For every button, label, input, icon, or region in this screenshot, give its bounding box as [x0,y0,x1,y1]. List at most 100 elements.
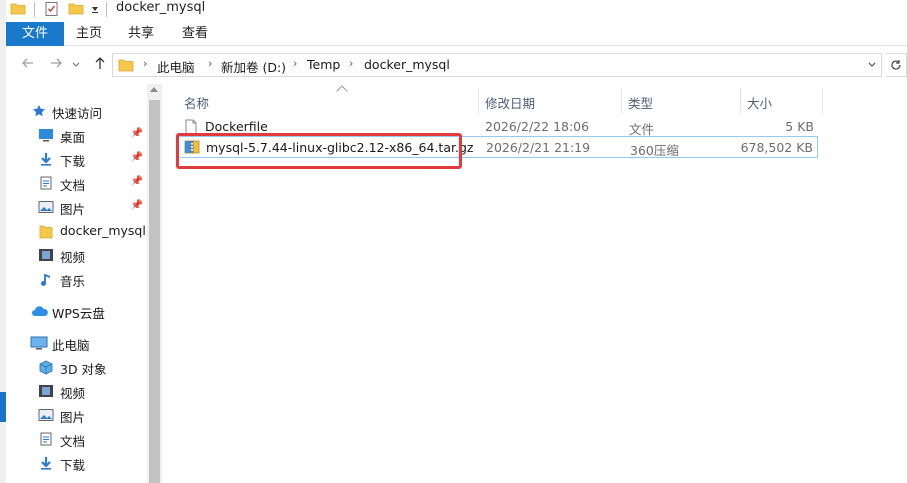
sidebar-item-label: 音乐 [60,274,86,289]
sidebar-item-label: 3D 对象 [60,362,107,377]
file-row-mysql-archive[interactable]: mysql-5.7.44-linux-glibc2.12-x86_64.tar.… [178,136,818,158]
sidebar-item-videos[interactable]: 视频 [6,243,147,267]
3d-objects-icon [39,360,53,375]
pin-icon: 📌 [130,152,143,163]
column-header-size[interactable]: 大小 [741,88,823,114]
tab-file[interactable]: 文件 [6,22,64,46]
download-icon [41,153,51,166]
sidebar-item-desktop[interactable]: 桌面 📌 [6,123,147,147]
ribbon: 文件 主页 共享 查看 [6,22,907,46]
sidebar-item-videos-pc[interactable]: 视频 [6,379,147,403]
sidebar-item-downloads-pc[interactable]: 下载 [6,451,147,475]
forward-button[interactable] [46,56,66,74]
file-name: mysql-5.7.44-linux-glibc2.12-x86_64.tar.… [206,140,474,155]
file-name: Dockerfile [205,119,268,134]
column-header-label: 类型 [628,96,654,111]
sidebar-item-label: 视频 [60,386,86,401]
navigation-bar: › 此电脑 › 新加卷 (D:) › Temp › docker_mysql [6,46,907,84]
tab-view[interactable]: 查看 [172,22,218,46]
breadcrumb-separator: › [143,57,148,70]
breadcrumb-separator: › [349,57,354,70]
breadcrumb-this-pc[interactable]: 此电脑 [157,57,195,76]
title-bar: docker_mysql [6,0,907,22]
sidebar-item-documents-pc[interactable]: 文档 [6,427,147,451]
sort-ascending-icon [336,85,348,97]
navigation-pane: 快速访问 桌面 📌 下载 📌 文档 📌 图片 📌 docker_mysql 视频… [6,84,147,483]
properties-icon[interactable] [44,1,60,17]
forward-arrow-icon [51,58,62,68]
sidebar-item-label: 此电脑 [52,338,90,353]
sidebar-item-documents[interactable]: 文档 📌 [6,171,147,195]
sidebar-item-pictures[interactable]: 图片 📌 [6,195,147,219]
sidebar-item-docker-mysql[interactable]: docker_mysql [6,219,147,243]
up-arrow-icon [95,57,105,69]
quick-access-dropdown-icon[interactable] [90,4,100,14]
file-size: 678,502 KB [740,140,813,155]
sidebar-item-label: WPS云盘 [52,306,105,321]
file-row-dockerfile[interactable]: Dockerfile 2026/2/22 18:06 文件 5 KB [178,116,818,138]
file-type: 360压缩 [630,143,679,158]
sidebar-item-label: 图片 [60,202,86,217]
breadcrumb-docker-mysql[interactable]: docker_mysql [364,57,450,72]
sidebar-item-label: 下载 [60,458,86,473]
file-size: 5 KB [785,119,814,134]
sidebar-item-label: 下载 [60,154,86,169]
sidebar-item-label: docker_mysql [60,223,146,238]
column-divider[interactable] [822,88,823,114]
column-header-label: 大小 [747,96,773,111]
pictures-icon [38,409,54,421]
sidebar-item-quick-access[interactable]: 快速访问 [6,99,147,123]
recent-locations-button[interactable] [66,58,86,74]
desktop-icon [39,129,53,142]
sidebar-item-label: 视频 [60,250,86,265]
file-list-pane: 名称 修改日期 类型 大小 Dockerfile 2026/2/22 18:06… [162,84,907,483]
file-date: 2026/2/21 21:19 [486,140,591,155]
tab-share[interactable]: 共享 [118,22,164,46]
breadcrumb-drive-d[interactable]: 新加卷 (D:) [221,57,286,76]
refresh-button[interactable] [886,53,907,77]
archive-icon [184,140,200,154]
back-button[interactable] [18,56,38,74]
folder-icon [39,225,53,239]
sidebar-item-wps-cloud[interactable]: WPS云盘 [6,299,147,323]
chevron-down-icon [72,62,80,67]
sidebar-item-music[interactable]: 音乐 [6,267,147,291]
new-folder-icon[interactable] [68,1,84,15]
up-button[interactable] [90,56,110,74]
breadcrumb-separator: › [208,57,213,70]
star-icon [33,105,45,117]
sidebar-item-3d-objects[interactable]: 3D 对象 [6,355,147,379]
address-dropdown-button[interactable] [867,57,877,74]
column-header-date[interactable]: 修改日期 [479,88,621,114]
scroll-up-arrow-icon[interactable] [150,87,158,92]
folder-icon [118,59,134,72]
sidebar-item-downloads[interactable]: 下载 📌 [6,147,147,171]
pin-icon: 📌 [130,128,143,139]
column-header-name[interactable]: 名称 [178,85,478,114]
sidebar-scrollbar[interactable] [147,84,162,483]
tab-home[interactable]: 主页 [66,22,112,46]
sidebar-item-label: 文档 [60,434,86,449]
sidebar-item-label: 文档 [60,178,86,193]
breadcrumb-separator: › [293,57,298,70]
computer-icon [30,336,48,350]
document-icon [40,176,52,190]
sidebar-item-label: 快速访问 [52,106,103,121]
pin-icon: 📌 [130,200,143,211]
column-header-type[interactable]: 类型 [622,88,740,114]
address-bar[interactable]: › 此电脑 › 新加卷 (D:) › Temp › docker_mysql [112,53,882,77]
file-date: 2026/2/22 18:06 [485,119,590,134]
title-separator [106,2,107,17]
back-arrow-icon [22,58,33,68]
sidebar-item-label: 图片 [60,410,86,425]
sidebar-item-pictures-pc[interactable]: 图片 [6,403,147,427]
breadcrumb-temp[interactable]: Temp [307,57,340,72]
column-header-label: 名称 [184,96,210,111]
sidebar-item-this-pc[interactable]: 此电脑 [6,331,147,355]
cloud-icon [32,306,48,316]
video-icon [39,385,53,397]
title-separator [34,2,35,17]
scrollbar-thumb[interactable] [149,100,160,483]
column-header-label: 修改日期 [485,96,536,111]
refresh-icon [891,60,901,70]
